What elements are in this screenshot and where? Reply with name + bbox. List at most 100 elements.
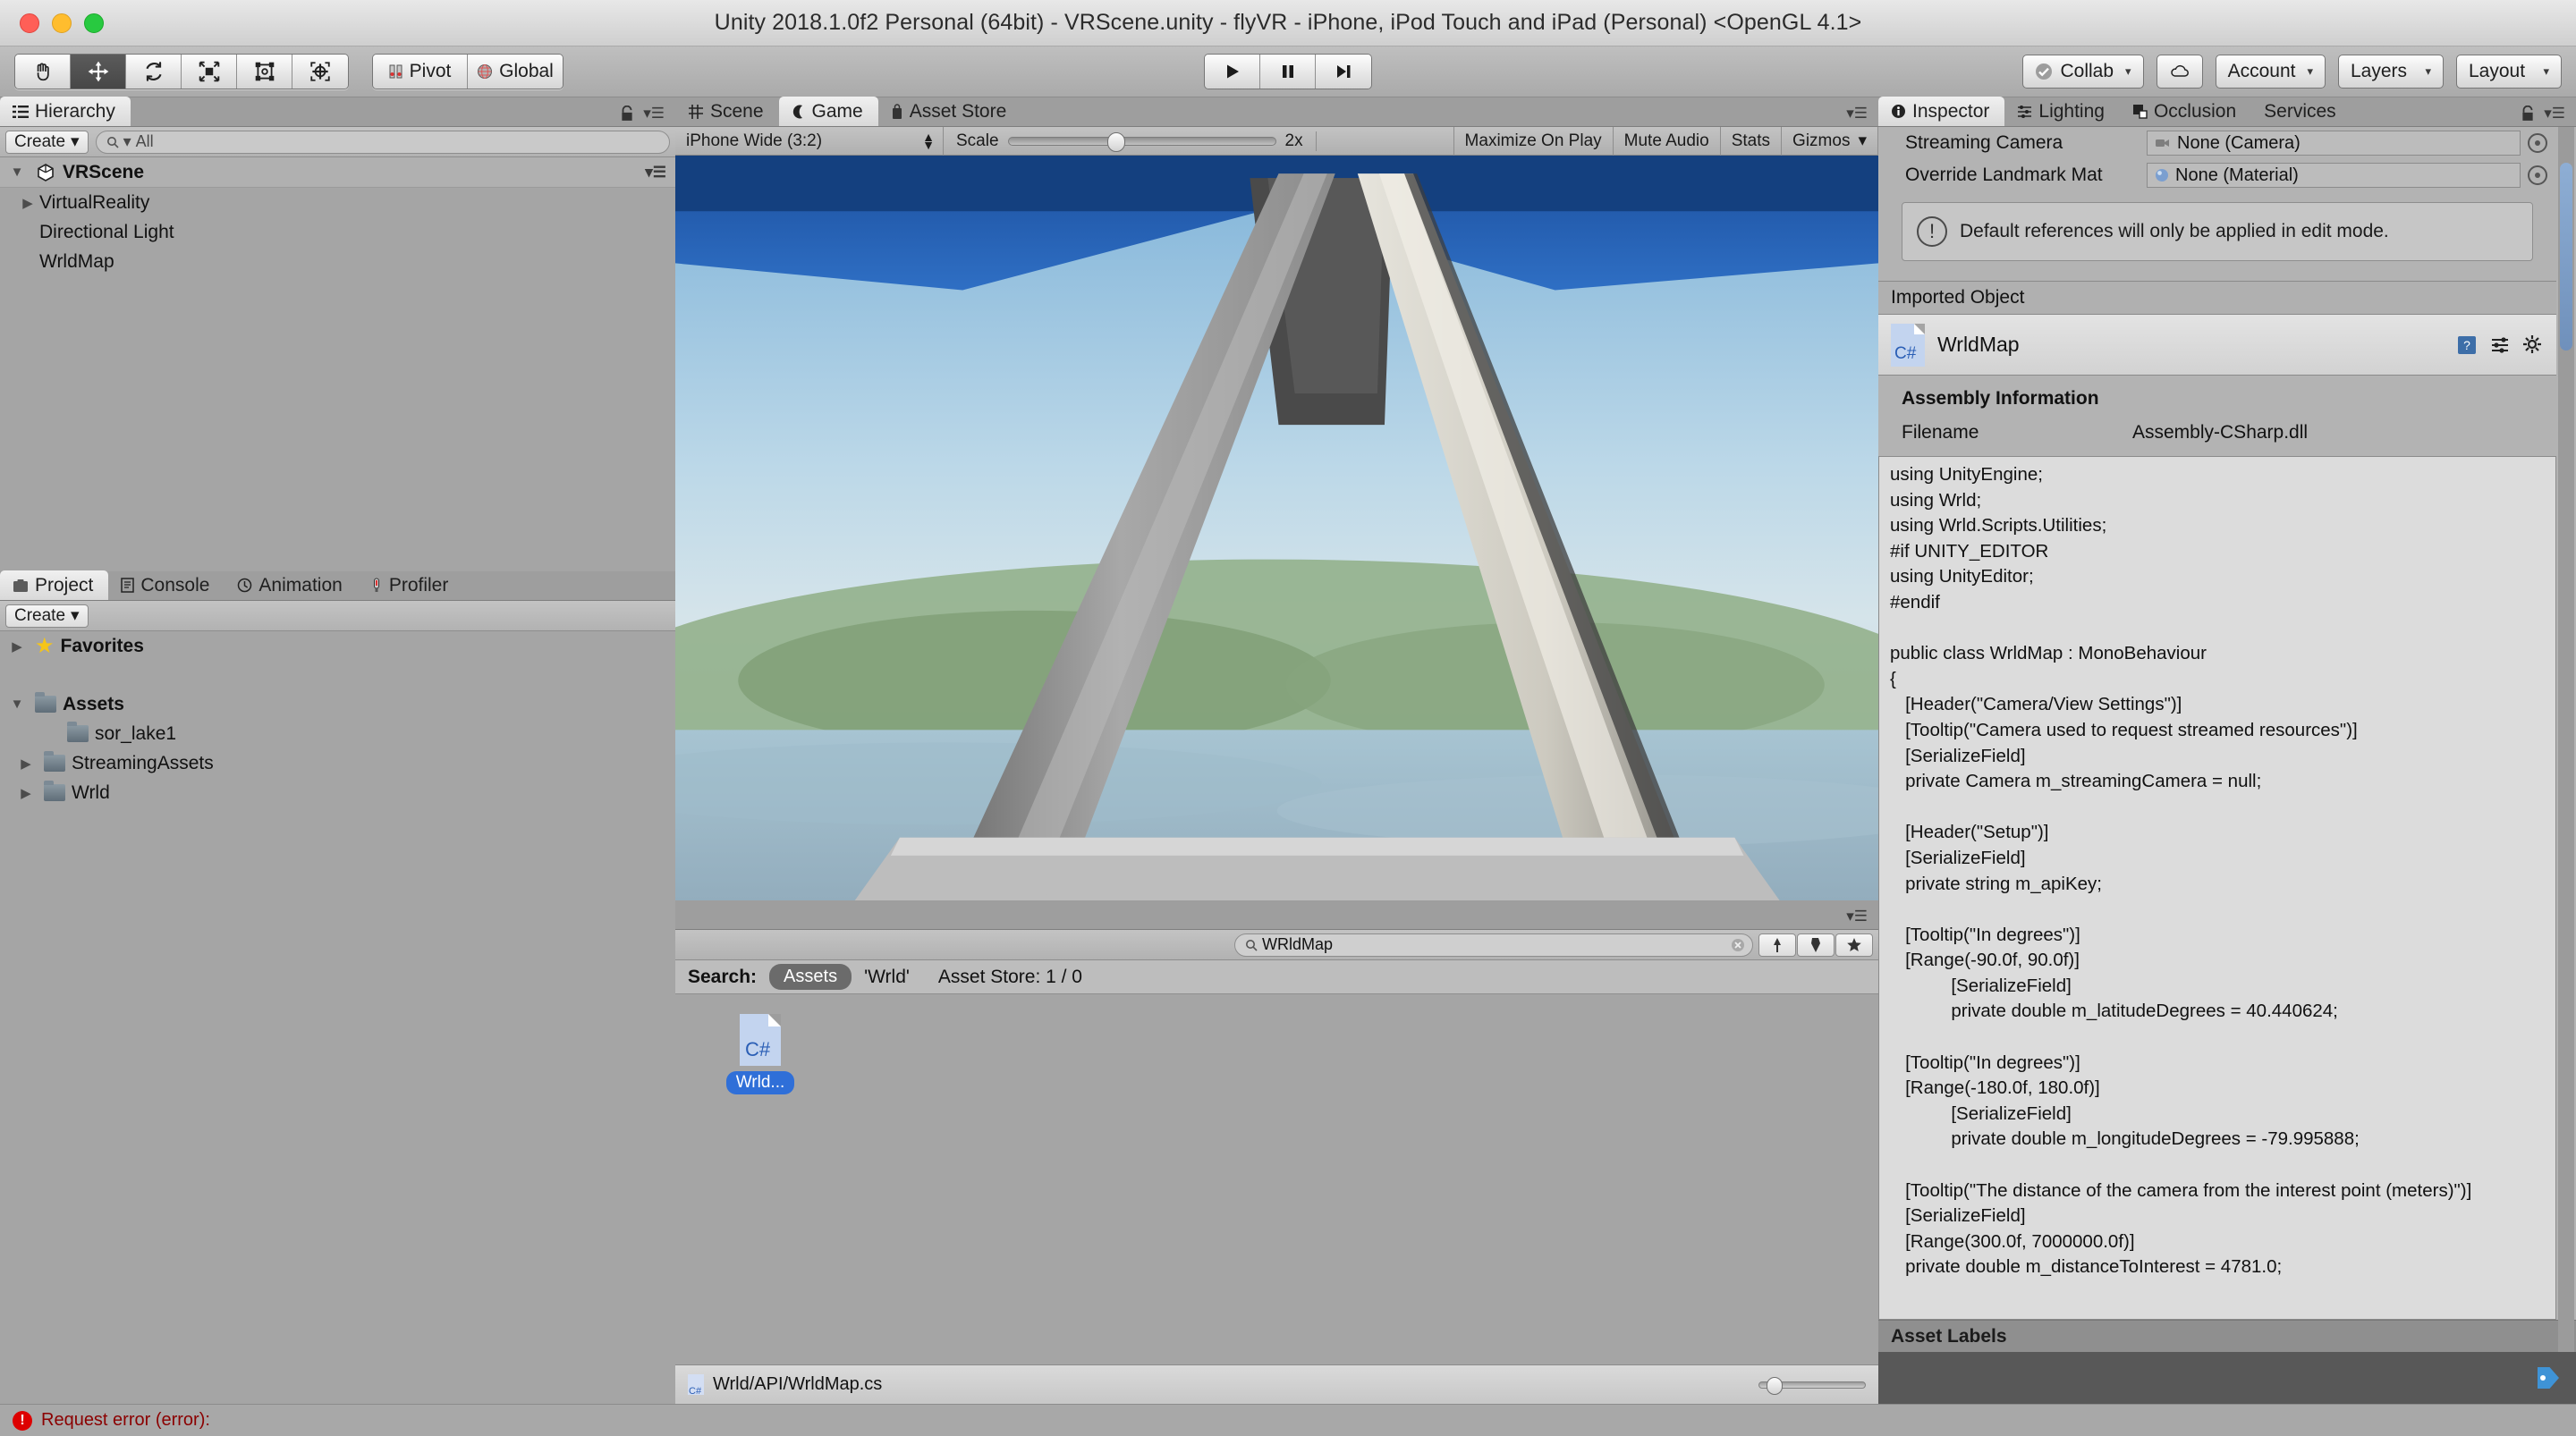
project-tree-label: Assets [63, 693, 124, 714]
panel-menu-icon[interactable]: ▾☰ [1846, 105, 1868, 122]
account-button[interactable]: Account ▾ [2215, 55, 2326, 89]
tab-asset-store[interactable]: Asset Store [878, 97, 1022, 126]
collab-button[interactable]: Collab ▾ [2021, 55, 2144, 89]
gizmos-label: Gizmos [1792, 131, 1851, 150]
transform-tool-button[interactable] [292, 55, 348, 89]
scale-slider[interactable] [1007, 131, 1276, 152]
inspector-help-box: ! Default references will only be applie… [1902, 202, 2533, 261]
project-tree-item-streamingassets[interactable]: ▶ StreamingAssets [0, 748, 675, 778]
chevron-right-icon[interactable]: ▶ [14, 756, 38, 772]
lock-icon[interactable] [2521, 106, 2535, 122]
hierarchy-create-button[interactable]: Create ▾ [5, 130, 89, 154]
workspace: Hierarchy ▾☰ Create ▾ ▾ All ▼ VRScene ▾☰… [0, 97, 2576, 1404]
game-view-render[interactable] [675, 156, 1878, 900]
rotate-tool-button[interactable] [126, 55, 182, 89]
override-landmark-object-field[interactable]: None (Material) [2147, 163, 2521, 188]
asset-store-count[interactable]: Asset Store: 1 / 0 [938, 967, 1082, 988]
star-icon: ★ [35, 634, 55, 658]
filter-by-type-icon[interactable] [1758, 933, 1796, 957]
label-tag-icon[interactable] [2535, 1364, 2562, 1391]
maximize-on-play-button[interactable]: Maximize On Play [1453, 126, 1614, 156]
hierarchy-search-input[interactable]: ▾ All [95, 130, 670, 154]
object-picker-icon[interactable] [2528, 165, 2547, 185]
project-search-input[interactable]: WRldMap [1234, 933, 1753, 957]
gizmos-button[interactable]: Gizmos ▾ [1782, 126, 1878, 156]
stats-button[interactable]: Stats [1721, 126, 1783, 156]
tab-project[interactable]: Project [0, 570, 109, 600]
filter-by-label-icon[interactable] [1797, 933, 1835, 957]
tab-scene[interactable]: Scene [675, 97, 779, 126]
layout-button[interactable]: Layout ▾ [2456, 55, 2562, 89]
panel-menu-icon[interactable]: ▾☰ [2544, 105, 2565, 122]
mute-audio-label: Mute Audio [1623, 131, 1709, 150]
chevron-right-icon[interactable]: ▶ [16, 195, 39, 211]
filter-by-favorite-icon[interactable] [1835, 933, 1873, 957]
field-label: Streaming Camera [1905, 132, 2063, 153]
project-favorites-row[interactable]: ▶ ★ Favorites [0, 631, 675, 661]
asset-zoom-slider[interactable] [1758, 1376, 1866, 1395]
lock-icon[interactable] [620, 106, 634, 122]
game-view-scrollbar[interactable] [1044, 891, 1510, 895]
hierarchy-item-wrldmap[interactable]: ▶ WrldMap [0, 247, 675, 276]
pivot-toggle-button[interactable]: Pivot [373, 55, 468, 89]
hierarchy-scene-row[interactable]: ▼ VRScene ▾☰ [0, 157, 675, 188]
tab-game[interactable]: Game [778, 97, 878, 126]
project-tree-item-wrld[interactable]: ▶ Wrld [0, 778, 675, 807]
inspector-scrollbar[interactable] [2558, 127, 2574, 1404]
step-button[interactable] [1316, 55, 1371, 89]
tab-animation[interactable]: Animation [225, 570, 357, 600]
gear-icon[interactable] [2522, 334, 2544, 356]
chevron-down-icon[interactable]: ▼ [5, 165, 29, 180]
asset-labels-area[interactable] [1878, 1352, 2576, 1404]
tab-hierarchy[interactable]: Hierarchy [0, 97, 131, 126]
global-toggle-button[interactable]: Global [468, 55, 563, 89]
chevron-down-icon: ▾ [2307, 64, 2313, 78]
streaming-camera-object-field[interactable]: None (Camera) [2147, 131, 2521, 156]
scale-slider-knob[interactable] [1106, 131, 1125, 152]
scale-tool-button[interactable] [182, 55, 237, 89]
tab-lighting[interactable]: Lighting [2004, 97, 2120, 126]
tab-profiler[interactable]: Profiler [358, 570, 464, 600]
chevron-down-icon: ▾ [2125, 64, 2131, 78]
panel-menu-icon[interactable]: ▾☰ [643, 105, 665, 122]
asset-zoom-knob[interactable] [1767, 1376, 1783, 1395]
play-button[interactable] [1205, 55, 1260, 89]
pause-button[interactable] [1260, 55, 1316, 89]
search-scope-button[interactable]: Assets [769, 964, 852, 990]
tab-console-label: Console [140, 574, 210, 596]
object-picker-icon[interactable] [2528, 133, 2547, 153]
chevron-right-icon[interactable]: ▶ [14, 785, 38, 801]
project-tree-item-assets[interactable]: ▼ Assets [0, 689, 675, 719]
tab-console[interactable]: Console [108, 570, 225, 600]
layout-label: Layout [2469, 61, 2526, 81]
chevron-down-icon[interactable]: ▼ [5, 697, 29, 712]
field-label: Override Landmark Mat [1905, 165, 2103, 185]
project-tree-item-sor-lake1[interactable]: ▶ sor_lake1 [0, 719, 675, 748]
project-create-button[interactable]: Create ▾ [5, 604, 89, 628]
tab-inspector[interactable]: Inspector [1878, 97, 2005, 126]
scene-menu-icon[interactable]: ▾☰ [645, 164, 675, 182]
tab-occlusion[interactable]: Occlusion [2120, 97, 2251, 126]
move-tool-button[interactable] [71, 55, 126, 89]
cloud-button[interactable] [2156, 55, 2203, 89]
hierarchy-item-virtualreality[interactable]: ▶ VirtualReality [0, 188, 675, 217]
global-label: Global [499, 61, 554, 81]
tab-services[interactable]: Services [2251, 97, 2351, 126]
mute-audio-button[interactable]: Mute Audio [1614, 126, 1721, 156]
rect-tool-button[interactable] [237, 55, 292, 89]
chevron-right-icon[interactable]: ▶ [5, 638, 29, 655]
layers-button[interactable]: Layers ▾ [2338, 55, 2444, 89]
hierarchy-item-directional-light[interactable]: ▶ Directional Light [0, 217, 675, 247]
aspect-ratio-dropdown[interactable]: iPhone Wide (3:2) ▲ ▼ [675, 126, 944, 156]
inspector-scroll-thumb[interactable] [2560, 163, 2572, 351]
chevron-down-icon: ▾ [123, 132, 131, 150]
clear-search-icon[interactable] [1731, 938, 1745, 952]
hand-tool-button[interactable] [15, 55, 71, 89]
help-icon[interactable]: ? [2456, 334, 2478, 356]
status-bar[interactable]: ! Request error (error): [0, 1404, 2576, 1436]
panel-menu-icon[interactable]: ▾☰ [1846, 908, 1868, 925]
project-search-bar: WRldMap [675, 930, 1878, 960]
preset-icon[interactable] [2489, 334, 2511, 356]
csharp-file-icon: C# [740, 1014, 781, 1066]
asset-item-wrldmap[interactable]: C# Wrld... [711, 1014, 809, 1094]
